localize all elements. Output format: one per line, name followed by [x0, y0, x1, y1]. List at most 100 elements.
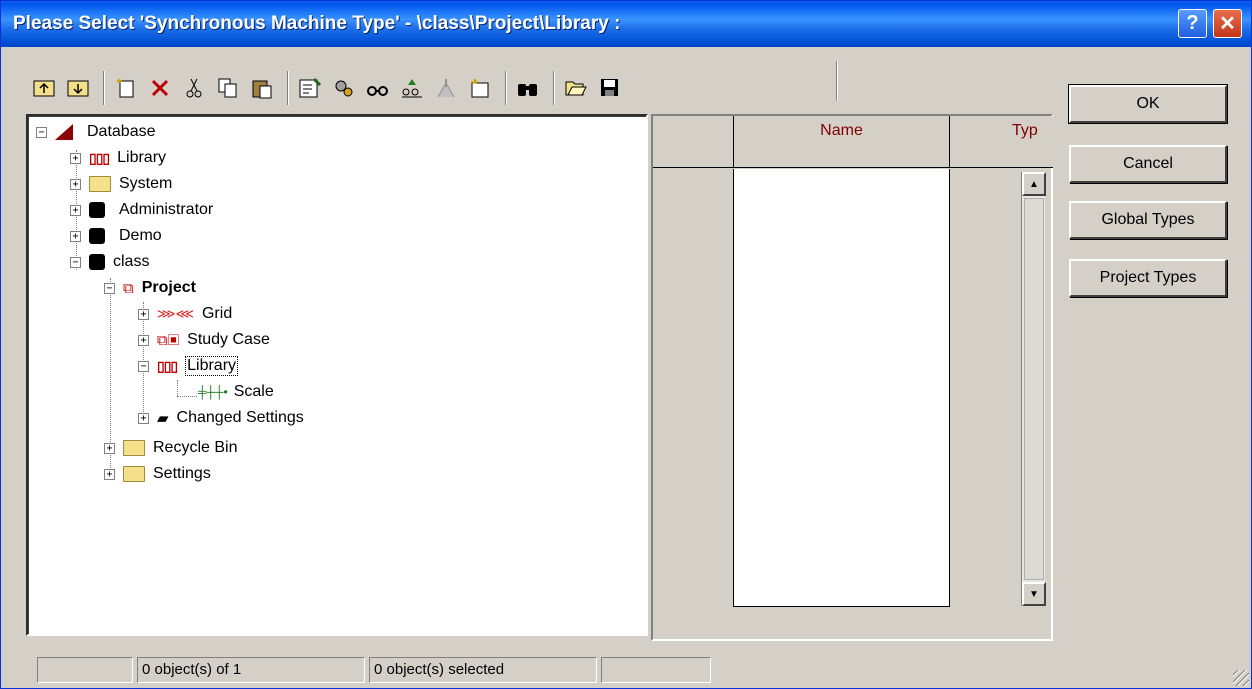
scroll-down-icon[interactable]: ▼ — [1022, 582, 1046, 606]
collapse-icon[interactable]: − — [104, 282, 115, 294]
tree-item-label: Database — [87, 123, 156, 140]
expand-icon[interactable]: + — [70, 230, 81, 242]
expand-icon[interactable]: + — [104, 442, 115, 454]
cancel-button[interactable]: Cancel — [1069, 145, 1227, 183]
tree-view[interactable]: − Database + ▯▯▯ Library + System + Admi… — [26, 114, 648, 636]
tree-item-database[interactable]: − Database — [36, 120, 156, 144]
copy-icon[interactable] — [213, 73, 243, 103]
tree-item-label: System — [119, 175, 173, 192]
ok-button[interactable]: OK — [1068, 84, 1228, 124]
tree-item-label: class — [113, 253, 150, 270]
settings-icon[interactable] — [329, 73, 359, 103]
tree-item-study-case[interactable]: + ⧉▣ Study Case — [138, 328, 270, 352]
tree-item-class[interactable]: − class — [70, 250, 149, 274]
expand-icon[interactable]: + — [138, 412, 149, 424]
tree-item-scale[interactable]: ╪┼┼• Scale — [198, 380, 274, 404]
toolbar-separator — [103, 71, 105, 105]
calculate-icon[interactable] — [431, 73, 461, 103]
toolbar-separator — [287, 71, 289, 105]
expand-icon[interactable]: + — [70, 204, 81, 216]
close-button[interactable]: ✕ — [1213, 9, 1242, 38]
tree-item-label: Administrator — [119, 201, 214, 218]
paste-icon[interactable] — [247, 73, 277, 103]
open-icon[interactable] — [561, 73, 591, 103]
collapse-icon[interactable]: − — [138, 360, 149, 372]
edit-icon[interactable] — [295, 73, 325, 103]
new-folder-icon[interactable] — [465, 73, 495, 103]
find-icon[interactable] — [513, 73, 543, 103]
list-header: Name Typ — [653, 116, 1053, 168]
column-header-index[interactable] — [653, 116, 734, 168]
folder-icon — [123, 440, 145, 456]
list-body[interactable] — [733, 169, 950, 607]
scroll-track[interactable] — [1024, 198, 1044, 580]
tree-item-label: Scale — [233, 383, 274, 400]
tree-line — [177, 380, 178, 396]
status-bar: 0 object(s) of 1 0 object(s) selected — [1, 651, 1251, 688]
user-icon — [89, 228, 105, 244]
folder-icon — [123, 466, 145, 482]
folder-icon — [89, 176, 111, 192]
status-selected-count: 0 object(s) selected — [369, 657, 597, 683]
expand-icon[interactable]: + — [104, 468, 115, 480]
tree-item-label: Recycle Bin — [153, 439, 238, 456]
scale-icon: ╪┼┼• — [198, 385, 228, 399]
tree-item-label: Study Case — [187, 331, 270, 348]
tree-item-settings[interactable]: + Settings — [104, 462, 211, 486]
object-list[interactable]: Name Typ ▲ ▼ — [651, 114, 1053, 641]
toolbar-separator — [505, 71, 507, 105]
user-icon — [89, 202, 105, 218]
tree-item-library-project[interactable]: − ▯▯▯ Library — [138, 354, 239, 378]
column-header-type[interactable]: Typ — [950, 116, 1053, 168]
expand-icon[interactable]: + — [70, 178, 81, 190]
dialog-window: Please Select 'Synchronous Machine Type'… — [0, 0, 1252, 689]
view-icon[interactable] — [363, 73, 393, 103]
expand-icon[interactable]: + — [138, 334, 149, 346]
status-pane-empty — [37, 657, 133, 683]
collapse-icon[interactable]: − — [36, 126, 47, 138]
save-icon[interactable] — [595, 73, 625, 103]
vertical-scrollbar[interactable]: ▲ ▼ — [1021, 172, 1046, 606]
tree-item-grid[interactable]: + ⋙⋘ Grid — [138, 302, 232, 326]
help-button[interactable]: ? — [1178, 9, 1207, 38]
title-bar[interactable]: Please Select 'Synchronous Machine Type'… — [1, 1, 1251, 47]
toolbar-end-separator — [836, 61, 838, 101]
project-types-button[interactable]: Project Types — [1069, 259, 1227, 297]
tree-line — [177, 396, 197, 397]
collapse-icon[interactable]: − — [70, 256, 81, 268]
toolbar — [29, 65, 841, 111]
filter-icon[interactable] — [397, 73, 427, 103]
new-object-icon[interactable] — [111, 73, 141, 103]
user-icon — [89, 254, 105, 270]
tree-item-label: Demo — [119, 227, 162, 244]
tree-item-library[interactable]: + ▯▯▯ Library — [70, 146, 166, 170]
expand-icon[interactable]: + — [70, 152, 81, 164]
tree-item-demo[interactable]: + Demo — [70, 224, 162, 248]
folder-up-icon[interactable] — [29, 73, 59, 103]
scroll-up-icon[interactable]: ▲ — [1022, 172, 1046, 196]
tree-item-label: Project — [141, 279, 196, 296]
project-icon: ⧉ — [123, 279, 134, 297]
grid-icon: ⋙⋘ — [157, 306, 194, 321]
cut-icon[interactable] — [179, 73, 209, 103]
column-header-label: Name — [820, 122, 863, 139]
expand-icon[interactable]: + — [138, 308, 149, 320]
column-header-name[interactable]: Name — [734, 116, 950, 168]
tree-item-project[interactable]: − ⧉ Project — [104, 276, 196, 300]
delete-icon[interactable] — [145, 73, 175, 103]
resize-grip-icon[interactable] — [1233, 670, 1249, 686]
tree-item-label: Changed Settings — [176, 409, 304, 426]
tree-item-administrator[interactable]: + Administrator — [70, 198, 213, 222]
window-title: Please Select 'Synchronous Machine Type'… — [13, 13, 621, 34]
tree-item-recycle-bin[interactable]: + Recycle Bin — [104, 436, 237, 460]
folder-down-icon[interactable] — [63, 73, 93, 103]
column-header-label: Typ — [1012, 122, 1038, 139]
tree-item-label: Grid — [201, 305, 233, 322]
library-icon: ▯▯▯ — [89, 149, 110, 166]
database-icon — [55, 124, 73, 140]
tree-item-changed-settings[interactable]: + ▰ Changed Settings — [138, 406, 304, 430]
tree-item-system[interactable]: + System — [70, 172, 172, 196]
tree-item-label: Library — [185, 356, 239, 376]
global-types-button[interactable]: Global Types — [1069, 201, 1227, 239]
status-object-count: 0 object(s) of 1 — [137, 657, 365, 683]
